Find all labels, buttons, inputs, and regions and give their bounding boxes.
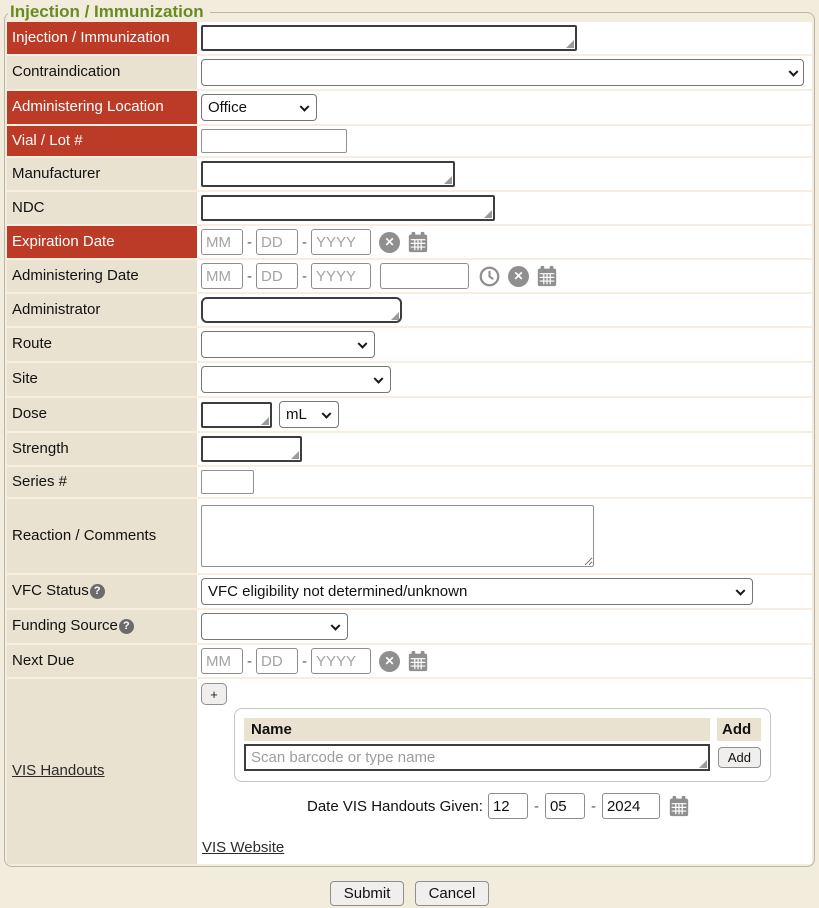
- row-route: Route: [7, 328, 812, 363]
- clock-icon[interactable]: [479, 266, 500, 287]
- label-administering-date: Administering Date: [7, 260, 197, 292]
- injection-form-fieldset: Injection / Immunization Injection / Imm…: [4, 2, 815, 867]
- administrator-input[interactable]: [201, 297, 402, 323]
- label-vfc-status: VFC Status ?: [7, 575, 197, 608]
- vis-name-header: Name: [244, 718, 710, 741]
- row-dose: Dose mL: [7, 398, 812, 433]
- calendar-icon[interactable]: [407, 650, 429, 672]
- row-injection: Injection / Immunization: [7, 22, 812, 56]
- contraindication-select[interactable]: [201, 59, 804, 86]
- vis-handouts-link[interactable]: VIS Handouts: [12, 762, 105, 781]
- vis-date-day-input[interactable]: [545, 793, 585, 819]
- vis-date-month-input[interactable]: [488, 793, 528, 819]
- vis-add-button[interactable]: Add: [718, 747, 761, 768]
- help-icon[interactable]: ?: [119, 619, 134, 634]
- label-vial-lot: Vial / Lot #: [7, 126, 197, 156]
- form-table: Injection / Immunization Contraindicatio…: [7, 22, 812, 864]
- vis-scan-input[interactable]: [244, 744, 710, 771]
- strength-input[interactable]: [201, 436, 302, 462]
- injection-immunization-page: Injection / Immunization Injection / Imm…: [0, 0, 819, 908]
- label-contraindication: Contraindication: [7, 56, 197, 89]
- calendar-icon[interactable]: [668, 795, 690, 817]
- next-due-month-input[interactable]: [201, 648, 243, 674]
- next-due-day-input[interactable]: [256, 648, 298, 674]
- expiration-year-input[interactable]: [311, 229, 371, 255]
- expiration-month-input[interactable]: [201, 229, 243, 255]
- row-strength: Strength: [7, 433, 812, 467]
- cancel-button[interactable]: Cancel: [415, 881, 490, 906]
- ndc-input[interactable]: [201, 195, 495, 221]
- clear-date-icon[interactable]: ✕: [508, 266, 529, 287]
- label-route: Route: [7, 328, 197, 361]
- row-series: Series #: [7, 467, 812, 499]
- row-reaction-comments: Reaction / Comments: [7, 499, 812, 575]
- manufacturer-input[interactable]: [201, 161, 455, 187]
- row-vfc-status: VFC Status ? VFC eligibility not determi…: [7, 575, 812, 610]
- clear-date-icon[interactable]: ✕: [379, 651, 400, 672]
- funding-source-select[interactable]: [201, 613, 348, 640]
- administering-year-input[interactable]: [311, 263, 371, 289]
- label-next-due: Next Due: [7, 645, 197, 677]
- label-reaction-comments: Reaction / Comments: [7, 499, 197, 573]
- form-footer: Submit Cancel: [4, 881, 815, 906]
- label-strength: Strength: [7, 433, 197, 465]
- label-dose: Dose: [7, 398, 197, 431]
- row-ndc: NDC: [7, 192, 812, 226]
- row-vial-lot: Vial / Lot #: [7, 126, 812, 158]
- dose-unit-select[interactable]: mL: [279, 401, 339, 428]
- administering-time-input[interactable]: [380, 263, 469, 289]
- calendar-icon[interactable]: [407, 231, 429, 253]
- row-next-due: Next Due - - ✕: [7, 645, 812, 679]
- label-site: Site: [7, 363, 197, 396]
- label-administering-location: Administering Location: [7, 91, 197, 124]
- dose-input[interactable]: [201, 402, 272, 428]
- reaction-comments-textarea[interactable]: [201, 505, 594, 567]
- administering-location-select[interactable]: Office: [201, 94, 317, 121]
- page-title: Injection / Immunization: [8, 2, 210, 22]
- label-injection-immunization: Injection / Immunization: [7, 22, 197, 54]
- vis-date-year-input[interactable]: [602, 793, 660, 819]
- site-select[interactable]: [201, 366, 391, 393]
- label-funding-source: Funding Source ?: [7, 610, 197, 643]
- vis-website-link[interactable]: VIS Website: [202, 839, 284, 856]
- calendar-icon[interactable]: [536, 265, 558, 287]
- clear-date-icon[interactable]: ✕: [379, 232, 400, 253]
- label-vis-handouts: VIS Handouts: [7, 679, 197, 864]
- row-administrator: Administrator: [7, 294, 812, 328]
- vis-date-given-label: Date VIS Handouts Given:: [307, 798, 483, 815]
- next-due-year-input[interactable]: [311, 648, 371, 674]
- row-site: Site: [7, 363, 812, 398]
- row-contraindication: Contraindication: [7, 56, 812, 91]
- series-input[interactable]: [201, 470, 254, 494]
- label-manufacturer: Manufacturer: [7, 158, 197, 190]
- route-select[interactable]: [201, 331, 375, 358]
- row-administering-location: Administering Location Office: [7, 91, 812, 126]
- label-expiration-date: Expiration Date: [7, 226, 197, 258]
- injection-immunization-input[interactable]: [201, 25, 577, 51]
- row-funding-source: Funding Source ?: [7, 610, 812, 645]
- vis-add-header: Add: [717, 718, 761, 741]
- submit-button[interactable]: Submit: [330, 881, 405, 906]
- label-ndc: NDC: [7, 192, 197, 224]
- vis-handouts-panel: Name Add Add: [234, 708, 771, 782]
- expiration-day-input[interactable]: [256, 229, 298, 255]
- label-series: Series #: [7, 467, 197, 497]
- row-vis-handouts: VIS Handouts + Name Add Add Date VIS Han…: [7, 679, 812, 864]
- vis-date-given-row: Date VIS Handouts Given: - -: [307, 793, 808, 819]
- vfc-status-select[interactable]: VFC eligibility not determined/unknown: [201, 578, 753, 605]
- administering-month-input[interactable]: [201, 263, 243, 289]
- row-manufacturer: Manufacturer: [7, 158, 812, 192]
- help-icon[interactable]: ?: [90, 584, 105, 599]
- label-administrator: Administrator: [7, 294, 197, 326]
- administering-day-input[interactable]: [256, 263, 298, 289]
- row-expiration-date: Expiration Date - - ✕: [7, 226, 812, 260]
- vial-lot-input[interactable]: [201, 129, 347, 153]
- row-administering-date: Administering Date - - ✕: [7, 260, 812, 294]
- vis-expand-button[interactable]: +: [201, 683, 227, 705]
